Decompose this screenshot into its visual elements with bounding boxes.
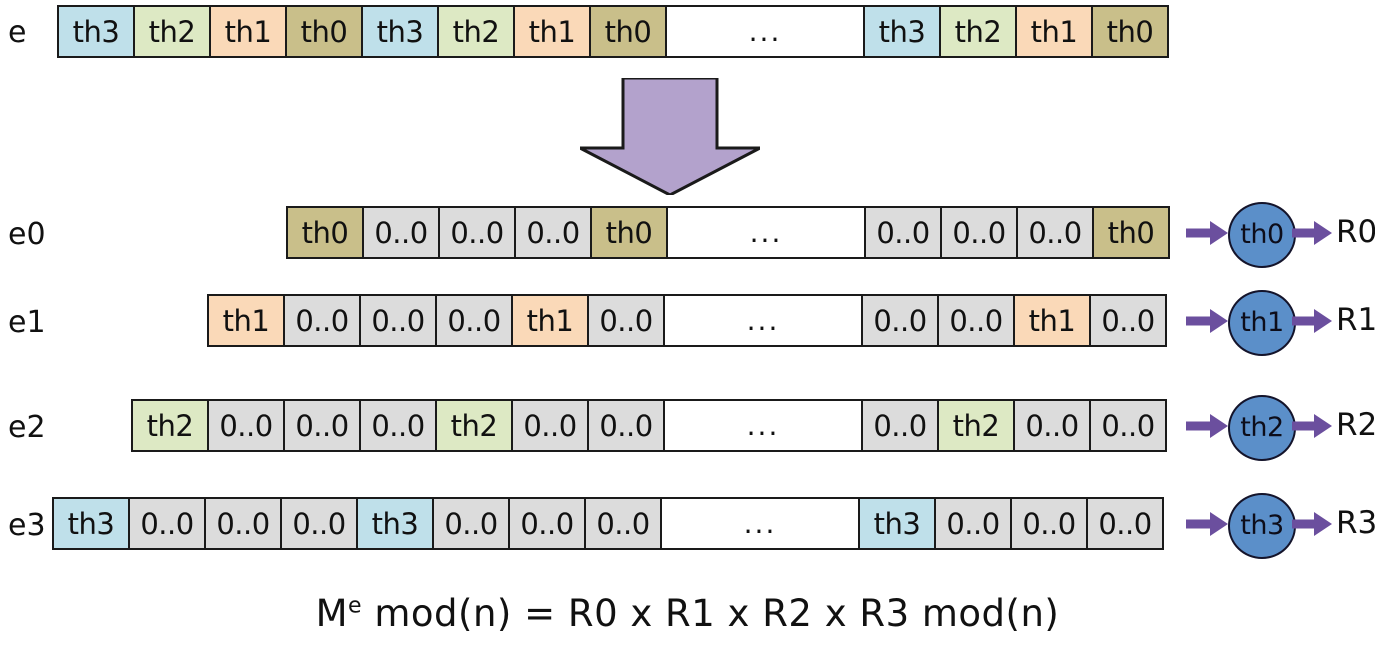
bit-cell: 0..0 — [1089, 399, 1167, 452]
thread-node-th2: th2 — [1228, 394, 1296, 461]
ellipsis-cell: ... — [663, 294, 863, 347]
bit-cell: th1 — [1015, 5, 1093, 58]
exponent-strip: th3 th2 th1 th0 th3 th2 th1 th0... th3 th2 th1 th0 — [57, 5, 1169, 58]
bit-cell: th0 — [1092, 206, 1170, 259]
bit-cell: th1 — [209, 5, 287, 58]
bit-cell: th3 — [356, 497, 434, 550]
arrow-to-node-e1 — [1186, 307, 1228, 339]
bit-cell: th3 — [361, 5, 439, 58]
bit-cell: 0..0 — [362, 206, 440, 259]
bit-cell: 0..0 — [128, 497, 206, 550]
bit-cell: th0 — [590, 206, 668, 259]
result-label-R0: R0 — [1336, 213, 1375, 250]
bit-cell: th3 — [858, 497, 936, 550]
thread-strip-e0: th0 0..0 0..0 0..0 th0... 0..0 0..0 0..0 th0 — [286, 206, 1170, 259]
bit-cell: 0..0 — [864, 206, 942, 259]
diagram-canvas: e th3 th2 th1 th0 th3 th2 th1 th0... th3 th2 th1 th… — [0, 0, 1375, 646]
result-formula: Me mod(n) = R0 x R1 x R2 x R3 mod(n) — [0, 592, 1375, 635]
bit-cell: th0 — [285, 5, 363, 58]
bit-cell: 0..0 — [204, 497, 282, 550]
bit-cell: th0 — [589, 5, 667, 58]
bit-cell: th3 — [52, 497, 130, 550]
arrow-to-result-R1 — [1292, 307, 1332, 339]
arrow-to-node-e2 — [1186, 412, 1228, 444]
split-down-arrow — [579, 76, 761, 199]
ellipsis-cell: ... — [665, 5, 865, 58]
bit-cell: 0..0 — [283, 294, 361, 347]
thread-strip-e1: th1 0..0 0..0 0..0 th1 0..0... 0..0 0..0 th1 0..0 — [207, 294, 1167, 347]
ellipsis-cell: ... — [666, 206, 866, 259]
formula-rest: mod(n) = R0 x R1 x R2 x R3 mod(n) — [362, 592, 1060, 635]
bit-cell: 0..0 — [587, 294, 665, 347]
bit-cell: th2 — [435, 399, 513, 452]
bit-cell: 0..0 — [359, 399, 437, 452]
thread-strip-e3: th3 0..0 0..0 0..0 th3 0..0 0..0 0..0... th3 0..0… — [52, 497, 1164, 550]
bit-cell: th1 — [1013, 294, 1091, 347]
bit-cell: th1 — [513, 5, 591, 58]
bit-cell: th1 — [511, 294, 589, 347]
bit-cell: 0..0 — [861, 294, 939, 347]
row-label-e2: e2 — [8, 410, 46, 445]
bit-cell: 0..0 — [283, 399, 361, 452]
bit-cell: 0..0 — [1013, 399, 1091, 452]
bit-cell: 0..0 — [1089, 294, 1167, 347]
bit-cell: th0 — [286, 206, 364, 259]
row-label-e1: e1 — [8, 305, 46, 340]
bit-cell: th2 — [131, 399, 209, 452]
bit-cell: 0..0 — [511, 399, 589, 452]
result-label-R3: R3 — [1336, 504, 1375, 541]
bit-cell: 0..0 — [432, 497, 510, 550]
row-label-e: e — [8, 15, 27, 50]
bit-cell: 0..0 — [937, 294, 1015, 347]
formula-exponent: e — [348, 593, 363, 619]
row-label-e3: e3 — [8, 508, 46, 543]
bit-cell: th2 — [937, 399, 1015, 452]
bit-cell: 0..0 — [1010, 497, 1088, 550]
bit-cell: 0..0 — [1086, 497, 1164, 550]
bit-cell: 0..0 — [359, 294, 437, 347]
bit-cell: 0..0 — [207, 399, 285, 452]
arrow-to-result-R0 — [1292, 219, 1332, 251]
bit-cell: 0..0 — [514, 206, 592, 259]
bit-cell: 0..0 — [438, 206, 516, 259]
formula-base: M — [315, 592, 349, 635]
bit-cell: 0..0 — [435, 294, 513, 347]
bit-cell: 0..0 — [934, 497, 1012, 550]
ellipsis-cell: ... — [660, 497, 860, 550]
arrow-to-node-e0 — [1186, 219, 1228, 251]
bit-cell: th3 — [57, 5, 135, 58]
thread-node-th0: th0 — [1228, 201, 1296, 268]
bit-cell: th2 — [939, 5, 1017, 58]
bit-cell: 0..0 — [584, 497, 662, 550]
bit-cell: th2 — [133, 5, 211, 58]
thread-node-th1: th1 — [1228, 289, 1296, 356]
thread-node-th3: th3 — [1228, 492, 1296, 559]
bit-cell: 0..0 — [861, 399, 939, 452]
arrow-to-result-R2 — [1292, 412, 1332, 444]
arrow-to-node-e3 — [1186, 510, 1228, 542]
thread-strip-e2: th2 0..0 0..0 0..0 th2 0..0 0..0... 0..0 th2 0..0… — [131, 399, 1167, 452]
bit-cell: 0..0 — [1016, 206, 1094, 259]
arrow-to-result-R3 — [1292, 510, 1332, 542]
bit-cell: 0..0 — [280, 497, 358, 550]
bit-cell: th2 — [437, 5, 515, 58]
bit-cell: th3 — [863, 5, 941, 58]
bit-cell: th1 — [207, 294, 285, 347]
result-label-R1: R1 — [1336, 301, 1375, 338]
ellipsis-cell: ... — [663, 399, 863, 452]
bit-cell: 0..0 — [940, 206, 1018, 259]
bit-cell: 0..0 — [587, 399, 665, 452]
bit-cell: th0 — [1091, 5, 1169, 58]
bit-cell: 0..0 — [508, 497, 586, 550]
row-label-e0: e0 — [8, 217, 46, 252]
result-label-R2: R2 — [1336, 406, 1375, 443]
